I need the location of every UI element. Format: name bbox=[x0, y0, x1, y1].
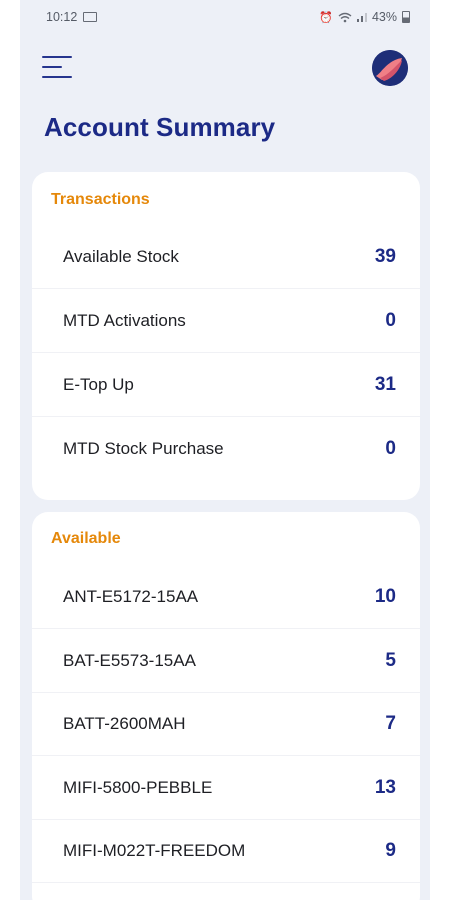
row-value: 5 bbox=[385, 650, 396, 671]
available-row-batt-2600mah[interactable]: BATT-2600MAH 7 bbox=[32, 693, 420, 756]
transaction-row-e-top-up[interactable]: E-Top Up 31 bbox=[32, 354, 420, 417]
user-avatar[interactable] bbox=[372, 50, 408, 86]
transaction-row-available-stock[interactable]: Available Stock 39 bbox=[32, 226, 420, 289]
signal-icon bbox=[356, 13, 367, 22]
available-row-mifi-5800-pebble[interactable]: MIFI-5800-PEBBLE 13 bbox=[32, 757, 420, 820]
available-row-ant-e5172[interactable]: ANT-E5172-15AA 10 bbox=[32, 566, 420, 629]
battery-icon bbox=[402, 11, 410, 23]
row-label: Available Stock bbox=[63, 247, 179, 266]
laptop-icon bbox=[83, 12, 98, 22]
transaction-row-mtd-stock-purchase[interactable]: MTD Stock Purchase 0 bbox=[32, 418, 420, 480]
row-value: 31 bbox=[374, 374, 396, 395]
status-bar: 10:12 ⏰ 43% bbox=[20, 0, 430, 34]
available-section-label: Available bbox=[51, 530, 121, 547]
row-value: 13 bbox=[374, 777, 396, 798]
wifi-icon bbox=[338, 12, 352, 22]
row-label: MIFI-M022T-FREEDOM bbox=[63, 841, 246, 860]
row-value: 39 bbox=[374, 246, 396, 267]
row-label: MTD Activations bbox=[63, 311, 186, 330]
row-label: E-Top Up bbox=[63, 375, 134, 394]
available-row-bat-e5573[interactable]: BAT-E5573-15AA 5 bbox=[32, 630, 420, 693]
transactions-section-label: Transactions bbox=[51, 191, 150, 208]
row-value: 7 bbox=[385, 713, 396, 734]
row-value: 0 bbox=[385, 310, 396, 331]
row-label: BATT-2600MAH bbox=[63, 714, 186, 733]
status-right: ⏰ 43% bbox=[319, 10, 410, 24]
row-value: 9 bbox=[385, 840, 396, 861]
page-title: Account Summary bbox=[44, 112, 276, 142]
row-label: MTD Stock Purchase bbox=[63, 439, 224, 458]
avatar-logo-icon bbox=[372, 50, 408, 86]
alarm-icon: ⏰ bbox=[319, 11, 333, 24]
hamburger-menu-icon[interactable] bbox=[42, 54, 74, 82]
status-left: 10:12 bbox=[46, 10, 98, 24]
available-row-mifi-m022t-freedom[interactable]: MIFI-M022T-FREEDOM 9 bbox=[32, 820, 420, 883]
battery-percent: 43% bbox=[371, 10, 397, 24]
row-label: MIFI-5800-PEBBLE bbox=[63, 778, 213, 797]
transaction-row-mtd-activations[interactable]: MTD Activations 0 bbox=[32, 290, 420, 353]
row-label: BAT-E5573-15AA bbox=[63, 651, 196, 670]
row-value: 10 bbox=[374, 586, 396, 607]
row-value: 0 bbox=[385, 438, 396, 459]
phone-screen: 10:12 ⏰ 43% Account Summary Transactions… bbox=[20, 0, 430, 900]
row-label: ANT-E5172-15AA bbox=[63, 587, 199, 606]
status-time: 10:12 bbox=[46, 10, 78, 24]
